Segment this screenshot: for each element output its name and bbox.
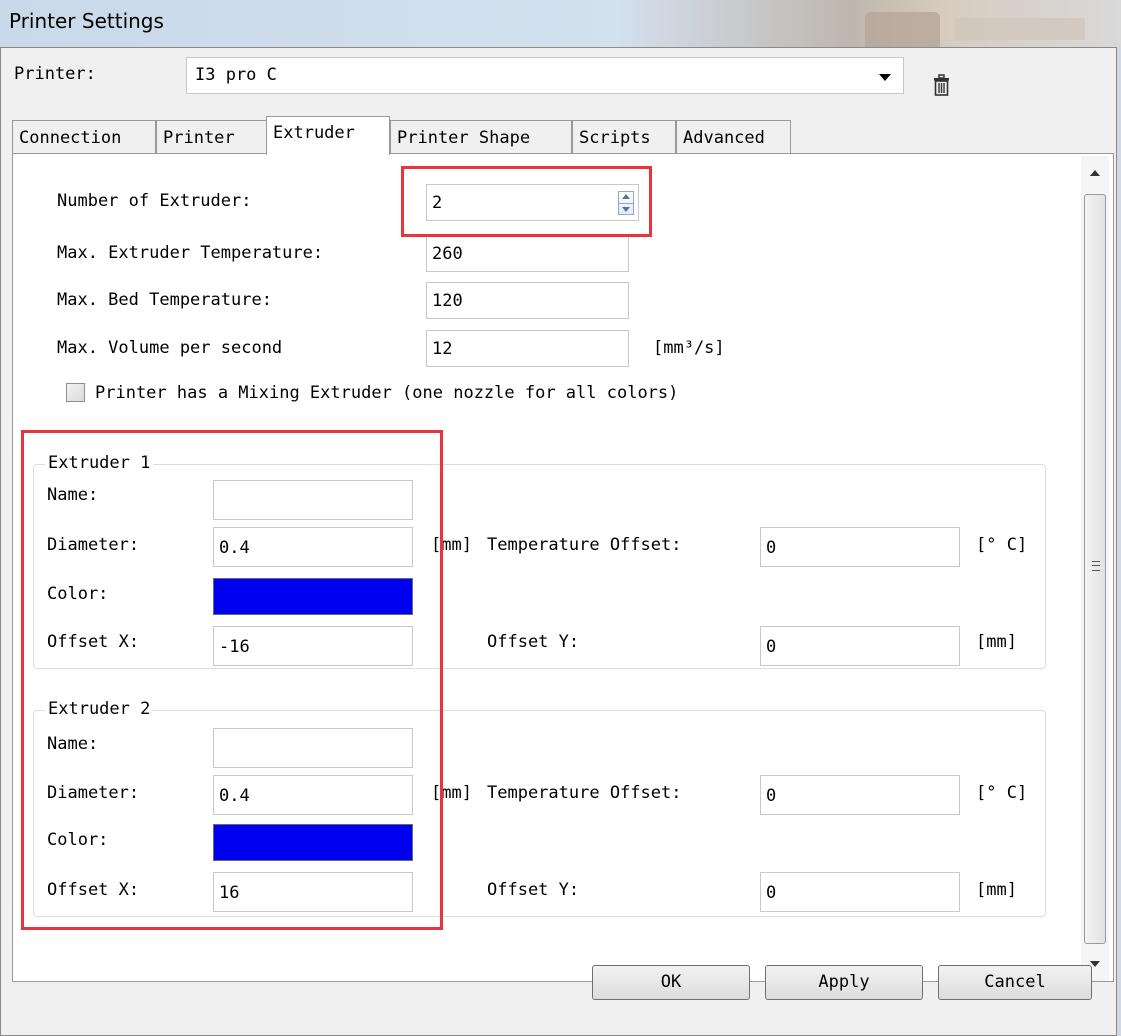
background-window-fragment	[865, 12, 940, 47]
extruder-2-offset-y-label: Offset Y:	[487, 880, 580, 900]
tab-printer-shape[interactable]: Printer Shape	[390, 120, 572, 154]
extruder-2-temp-unit: [° C]	[976, 783, 1028, 803]
num-extruder-label: Number of Extruder:	[57, 191, 252, 211]
vertical-scrollbar[interactable]	[1081, 156, 1109, 981]
tab-extruder[interactable]: Extruder	[266, 116, 390, 155]
extruder-2-offset-unit: [mm]	[976, 880, 1017, 900]
title-bar: Printer Settings	[0, 0, 1121, 47]
extruder-2-offset-y-value: 0	[766, 883, 777, 903]
max-volume-field[interactable]: 12	[426, 330, 629, 367]
extruder-2-temp-offset-value: 0	[766, 786, 777, 806]
mixing-extruder-label: Printer has a Mixing Extruder (one nozzl…	[95, 383, 679, 403]
scrollbar-thumb[interactable]	[1084, 194, 1106, 944]
max-bed-temp-field[interactable]: 120	[426, 282, 629, 319]
extruder-1-offset-y-label: Offset Y:	[487, 632, 580, 652]
tab-connection[interactable]: Connection	[12, 120, 156, 154]
extruder-1-offset-y-value: 0	[766, 637, 777, 657]
chevron-down-icon[interactable]	[879, 74, 891, 81]
max-extruder-temp-label: Max. Extruder Temperature:	[57, 243, 324, 263]
scroll-up-icon[interactable]	[1090, 170, 1100, 176]
highlight-box-extruder-settings	[21, 430, 443, 930]
grip-icon	[1092, 561, 1100, 571]
max-volume-label: Max. Volume per second	[57, 338, 283, 358]
tab-advanced[interactable]: Advanced	[676, 120, 791, 154]
cancel-button[interactable]: Cancel	[938, 965, 1092, 1000]
mixing-extruder-checkbox[interactable]	[66, 383, 85, 402]
extruder-2-temp-offset-label: Temperature Offset:	[487, 783, 682, 803]
apply-button[interactable]: Apply	[765, 965, 923, 1000]
max-volume-unit: [mm³/s]	[653, 338, 725, 358]
background-window-fragment	[955, 18, 1085, 40]
tab-scripts[interactable]: Scripts	[572, 120, 676, 154]
ok-button[interactable]: OK	[592, 965, 750, 1000]
max-extruder-temp-value: 260	[432, 244, 463, 264]
extruder-1-offset-y-field[interactable]: 0	[760, 626, 960, 666]
max-bed-temp-label: Max. Bed Temperature:	[57, 290, 272, 310]
highlight-box-extruder-count	[401, 166, 652, 237]
printer-select-value: I3 pro C	[195, 65, 277, 85]
extruder-1-offset-unit: [mm]	[976, 632, 1017, 652]
trash-icon[interactable]	[933, 74, 950, 97]
tab-printer[interactable]: Printer	[156, 120, 267, 154]
printer-label: Printer:	[14, 64, 96, 84]
extruder-2-temp-offset-field[interactable]: 0	[760, 775, 960, 815]
max-bed-temp-value: 120	[432, 291, 463, 311]
max-volume-value: 12	[432, 339, 453, 359]
max-extruder-temp-field[interactable]: 260	[426, 235, 629, 272]
extruder-1-temp-offset-field[interactable]: 0	[760, 527, 960, 567]
extruder-1-temp-offset-label: Temperature Offset:	[487, 535, 682, 555]
printer-select[interactable]: I3 pro C	[186, 57, 904, 94]
extruder-1-temp-unit: [° C]	[976, 535, 1028, 555]
extruder-1-temp-offset-value: 0	[766, 538, 777, 558]
window-title: Printer Settings	[9, 9, 164, 33]
extruder-2-offset-y-field[interactable]: 0	[760, 872, 960, 912]
